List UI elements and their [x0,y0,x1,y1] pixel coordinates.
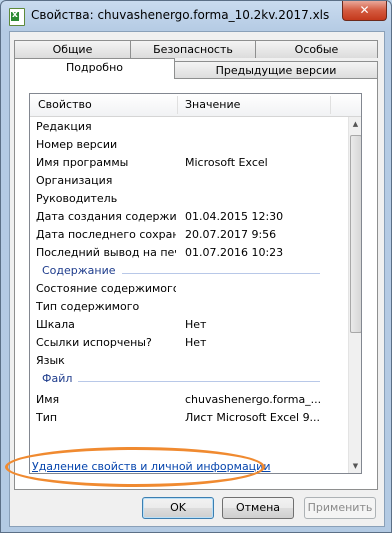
column-divider[interactable] [177,96,178,114]
list-item[interactable]: Руководитель [30,190,348,208]
property-name: Тип содержимого [36,300,140,313]
list-item[interactable]: Имя программы Microsoft Excel [30,154,348,172]
property-name: Дата создания содержи... [36,210,176,223]
tab-general[interactable]: Общие [14,40,131,58]
property-value: Лист Microsoft Excel 9... [185,411,321,424]
property-value: 01.07.2016 10:23 [185,246,284,259]
property-name: Последний вывод на печ... [36,246,176,259]
list-item[interactable]: Ссылки испорчены? Нет [30,334,348,352]
property-name: Состояние содержимого [36,282,176,295]
property-value: 01.04.2015 12:30 [185,210,284,223]
close-button[interactable]: ✕ [342,1,387,21]
column-header-property[interactable]: Свойство [38,98,92,111]
list-item[interactable]: Последний вывод на печ... 01.07.2016 10:… [30,244,348,262]
list-rows: Редакция Номер версии Имя программы Micr… [30,117,348,473]
scrollbar-thumb[interactable] [350,135,361,333]
property-name: Ссылки испорчены? [36,336,152,349]
list-item[interactable]: Тип содержимого [30,298,348,316]
group-divider [42,381,320,382]
property-name: Шкала [36,318,75,331]
column-divider[interactable] [330,96,331,114]
group-heading-file: Файл [30,370,348,388]
property-value: Нет [185,318,207,331]
property-value: chuvashenergo.forma_... [185,393,322,406]
window-title: Свойства: chuvashenergo.forma_10.2kv.201… [31,8,330,22]
property-name: Дата последнего сохран... [36,228,176,241]
excel-file-icon [9,8,25,26]
title-bar[interactable]: Свойства: chuvashenergo.forma_10.2kv.201… [1,1,391,31]
list-item[interactable]: Дата последнего сохран... 20.07.2017 9:5… [30,226,348,244]
properties-list[interactable]: Свойство Значение Редакция Номер версии [29,93,362,474]
list-item[interactable]: Имя chuvashenergo.forma_... [30,391,348,409]
vertical-scrollbar[interactable]: ▲ ▼ [348,117,361,473]
properties-dialog: Свойства: chuvashenergo.forma_10.2kv.201… [0,0,392,533]
property-value: Нет [185,336,207,349]
group-heading-content: Содержание [30,262,348,280]
apply-button[interactable]: Применить [304,497,376,519]
tab-security[interactable]: Безопасность [130,40,256,58]
tab-previous-versions[interactable]: Предыдущие версии [174,61,378,79]
property-name: Язык [36,354,65,367]
list-item[interactable]: Шкала Нет [30,316,348,334]
list-item[interactable]: Редакция [30,118,348,136]
highlight-ellipse [5,447,265,487]
property-name: Номер версии [36,138,118,151]
property-value: 20.07.2017 9:56 [185,228,277,241]
property-name: Редакция [36,120,92,133]
group-label: Файл [42,370,79,388]
list-item[interactable]: Состояние содержимого [30,280,348,298]
list-item[interactable]: Организация [30,172,348,190]
cancel-button[interactable]: Отмена [222,497,294,519]
property-name: Организация [36,174,113,187]
property-name: Руководитель [36,192,118,205]
list-item[interactable]: Тип Лист Microsoft Excel 9... [30,409,348,427]
ok-button[interactable]: OK [142,497,214,519]
property-name: Имя [36,393,60,406]
details-panel: Свойство Значение Редакция Номер версии [14,78,378,490]
scroll-down-arrow-icon[interactable]: ▼ [349,459,361,473]
group-label: Содержание [42,262,122,280]
tab-details[interactable]: Подробно [14,58,175,79]
property-value: Microsoft Excel [185,156,268,169]
list-header: Свойство Значение [30,94,361,117]
list-item[interactable]: Язык [30,352,348,370]
column-header-value[interactable]: Значение [185,98,240,111]
tab-custom[interactable]: Особые [255,40,378,58]
scroll-up-arrow-icon[interactable]: ▲ [349,117,361,131]
list-item[interactable]: Номер версии [30,136,348,154]
property-name: Тип [36,411,58,424]
list-item[interactable]: Дата создания содержи... 01.04.2015 12:3… [30,208,348,226]
property-name: Имя программы [36,156,129,169]
